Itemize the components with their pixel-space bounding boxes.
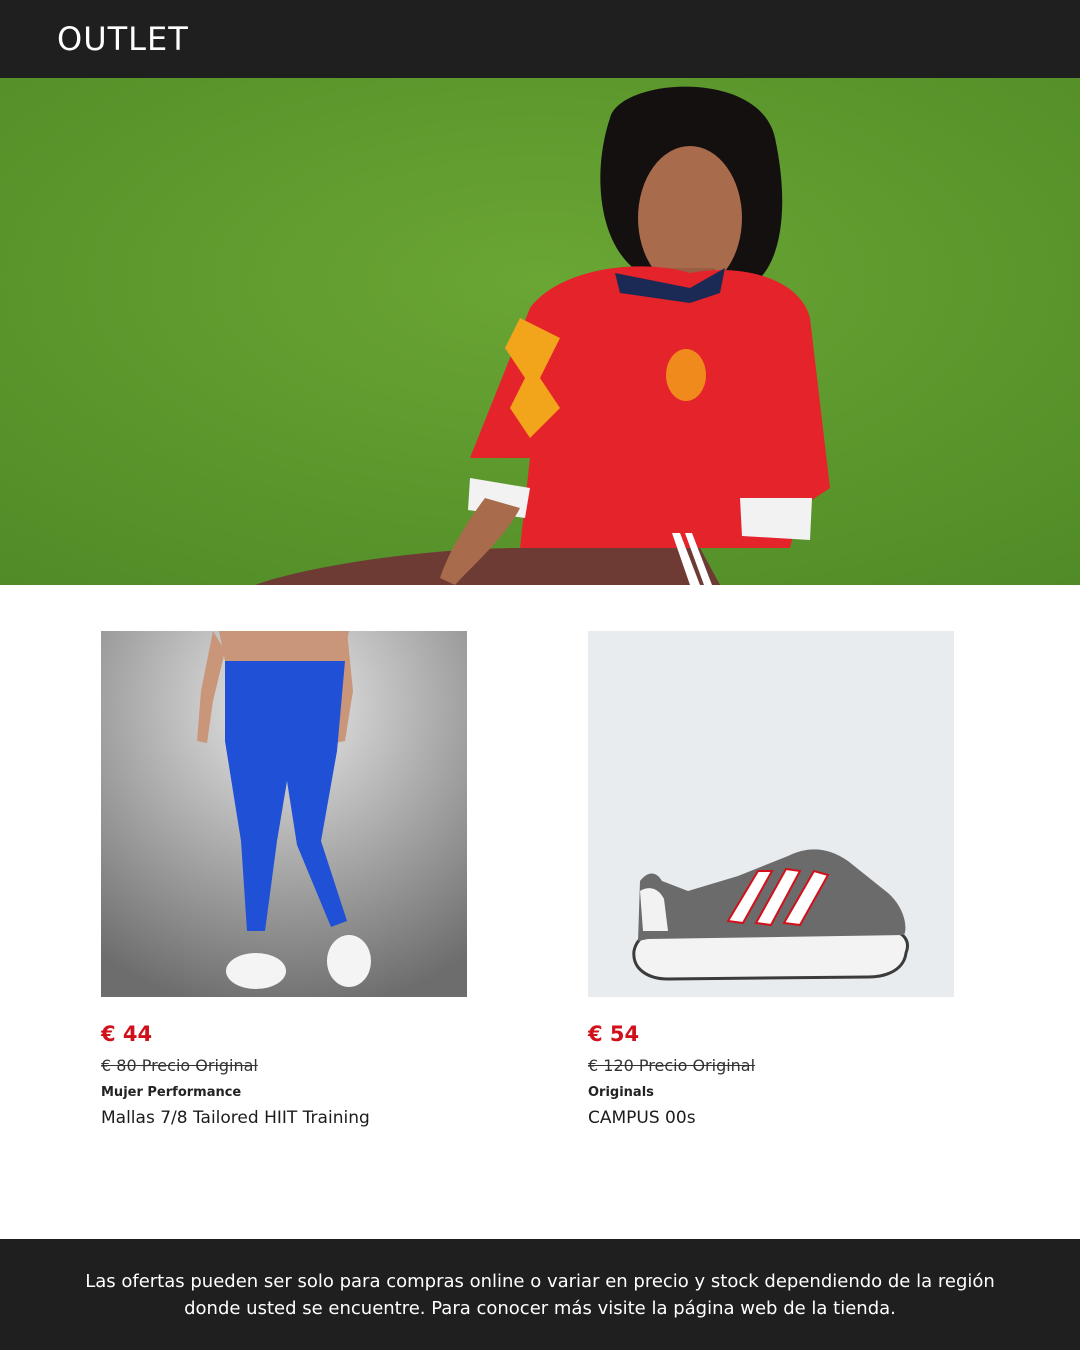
product-category: Originals <box>588 1085 654 1100</box>
top-bar: OUTLET <box>0 0 1080 78</box>
product-category: Mujer Performance <box>101 1085 242 1100</box>
hero-image <box>0 78 1080 585</box>
brand-title[interactable]: OUTLET <box>57 20 189 58</box>
disclaimer-text: Las ofertas pueden ser solo para compras… <box>85 1270 995 1319</box>
product-name[interactable]: Mallas 7/8 Tailored HIIT Training <box>101 1108 467 1128</box>
sale-price: € 54 <box>588 1022 640 1046</box>
product-card[interactable]: € 44 € 80 Precio Original Mujer Performa… <box>101 631 467 1128</box>
product-name[interactable]: CAMPUS 00s <box>588 1108 954 1128</box>
product-image-sneaker[interactable] <box>588 631 954 997</box>
product-image-leggings[interactable] <box>101 631 467 997</box>
sale-price: € 44 <box>101 1022 153 1046</box>
product-card[interactable]: € 54 € 120 Precio Original Originals CAM… <box>588 631 954 1128</box>
hero-banner[interactable] <box>0 78 1080 585</box>
footer-bar: Las ofertas pueden ser solo para compras… <box>0 1239 1080 1350</box>
original-price: € 80 Precio Original <box>101 1056 258 1075</box>
original-price: € 120 Precio Original <box>588 1056 756 1075</box>
